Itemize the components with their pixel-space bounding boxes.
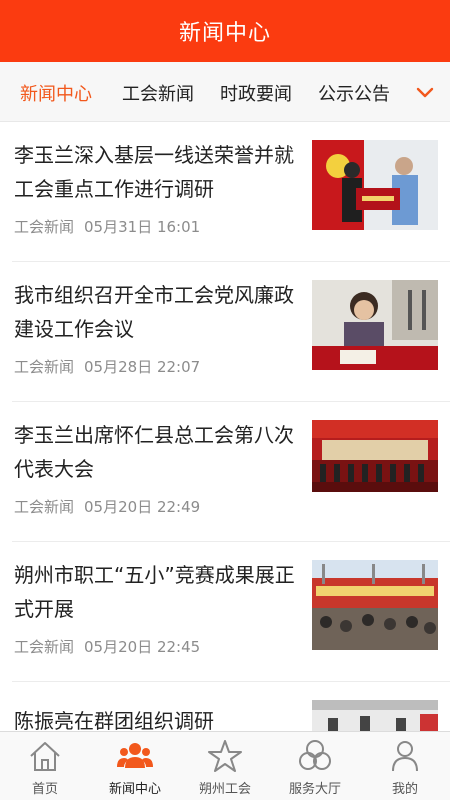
news-date: 05月20日 22:49	[84, 498, 201, 516]
news-category: 工会新闻	[14, 638, 75, 656]
news-thumbnail	[312, 560, 438, 650]
user-icon	[392, 741, 418, 772]
nav-label: 服务大厅	[288, 782, 341, 797]
news-title: 李玉兰出席怀仁县总工会第八次代表大会	[14, 423, 294, 481]
nav-shuozhou-union[interactable]: 朔州工会	[180, 732, 270, 800]
news-meta: 工会新闻 05月31日 16:01	[14, 216, 200, 237]
news-list: 李玉兰深入基层一线送荣誉并就工会重点工作进行调研 工会新闻 05月31日 16:0…	[0, 122, 450, 746]
news-date: 05月28日 22:07	[84, 358, 201, 376]
nav-news-center[interactable]: 新闻中心	[90, 732, 180, 800]
tab-political-news[interactable]: 时政要闻	[220, 78, 292, 106]
news-list-item[interactable]: 李玉兰深入基层一线送荣誉并就工会重点工作进行调研 工会新闻 05月31日 16:0…	[12, 122, 450, 262]
tab-news-center[interactable]: 新闻中心	[20, 78, 92, 106]
people-icon	[117, 743, 153, 768]
news-category: 工会新闻	[14, 358, 75, 376]
tab-union-news[interactable]: 工会新闻	[122, 78, 194, 106]
news-meta: 工会新闻 05月28日 22:07	[14, 356, 200, 377]
nav-mine[interactable]: 我的	[360, 732, 450, 800]
tab-announcements[interactable]: 公示公告	[318, 78, 390, 106]
nav-label: 首页	[31, 782, 58, 797]
news-thumbnail	[312, 280, 438, 370]
news-date: 05月31日 16:01	[84, 218, 201, 236]
news-thumbnail	[312, 140, 438, 230]
news-title: 李玉兰深入基层一线送荣誉并就工会重点工作进行调研	[14, 143, 294, 201]
bottom-navigation: 首页 新闻中心 朔州工会 服务大厅 我的	[0, 731, 450, 800]
news-title: 我市组织召开全市工会党风廉政建设工作会议	[14, 283, 294, 341]
category-tab-bar: 新闻中心 工会新闻 时政要闻 公示公告	[0, 62, 450, 122]
news-list-item[interactable]: 朔州市职工“五小”竞赛成果展正式开展 工会新闻 05月20日 22:45	[12, 542, 450, 682]
news-date: 05月20日 22:45	[84, 638, 201, 656]
news-category: 工会新闻	[14, 218, 75, 236]
app-header: 新闻中心	[0, 0, 450, 62]
news-title: 朔州市职工“五小”竞赛成果展正式开展	[14, 563, 295, 621]
news-thumbnail	[312, 420, 438, 492]
circles-icon	[299, 740, 331, 770]
news-meta: 工会新闻 05月20日 22:45	[14, 636, 200, 657]
nav-label: 朔州工会	[198, 782, 251, 797]
chevron-down-icon[interactable]	[414, 82, 436, 104]
nav-label: 新闻中心	[108, 782, 161, 797]
news-meta: 工会新闻 05月20日 22:49	[14, 496, 200, 517]
nav-service-hall[interactable]: 服务大厅	[270, 732, 360, 800]
nav-home[interactable]: 首页	[0, 732, 90, 800]
nav-label: 我的	[391, 782, 418, 797]
news-list-item[interactable]: 我市组织召开全市工会党风廉政建设工作会议 工会新闻 05月28日 22:07	[12, 262, 450, 402]
news-category: 工会新闻	[14, 498, 75, 516]
star-icon	[208, 740, 242, 772]
home-icon	[30, 742, 60, 771]
page-title: 新闻中心	[178, 21, 271, 46]
news-list-item[interactable]: 李玉兰出席怀仁县总工会第八次代表大会 工会新闻 05月20日 22:49	[12, 402, 450, 542]
